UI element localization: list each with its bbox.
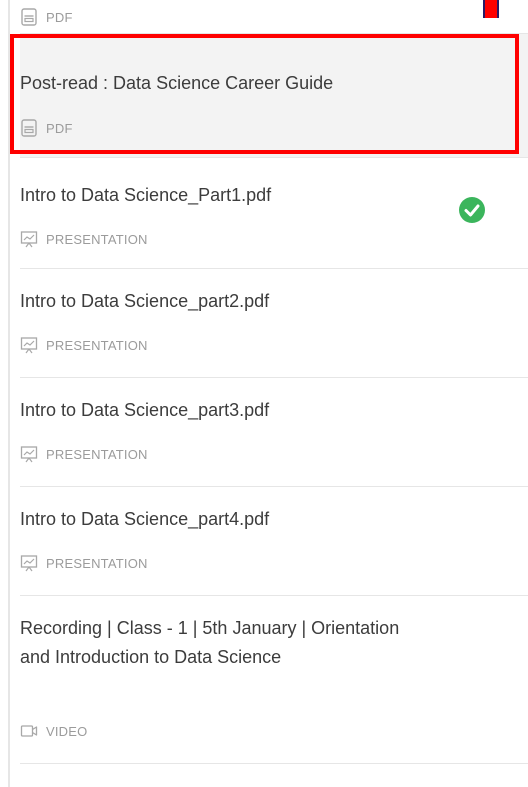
list-item[interactable]: Post-read : Data Science Career Guide PD…: [20, 34, 528, 158]
list-item[interactable]: Intro to Data Science_part2.pdf PRESENTA…: [20, 269, 528, 378]
item-type-label: PRESENTATION: [46, 555, 148, 571]
presentation-icon: [20, 231, 38, 248]
item-type: PRESENTATION: [20, 336, 148, 354]
list-item[interactable]: PDF: [20, 0, 528, 34]
list-item[interactable]: Recording | Class - 1 | 5th January | Or…: [20, 596, 528, 764]
item-type-label: PRESENTATION: [46, 231, 148, 247]
item-type: PRESENTATION: [20, 445, 148, 463]
content-list: PDF Post-read : Data Science Career Guid…: [8, 0, 528, 787]
item-type: PRESENTATION: [20, 554, 148, 572]
item-type-label: PRESENTATION: [46, 446, 148, 462]
item-type-label: PDF: [46, 120, 73, 136]
completed-check-icon: [459, 197, 485, 223]
item-type: PRESENTATION: [20, 230, 148, 248]
item-type-label: VIDEO: [46, 723, 88, 739]
item-type: PDF: [20, 119, 73, 137]
list-item[interactable]: Intro to Data Science_part4.pdf PRESENTA…: [20, 487, 528, 596]
presentation-icon: [20, 555, 38, 572]
presentation-icon: [20, 337, 38, 354]
item-title: Intro to Data Science_part3.pdf: [20, 400, 270, 420]
list-item[interactable]: Intro to Data Science_Part1.pdf PRESENTA…: [20, 158, 528, 269]
presentation-icon: [20, 446, 38, 463]
item-title: Intro to Data Science_Part1.pdf: [20, 185, 272, 205]
item-title: Intro to Data Science_part4.pdf: [20, 509, 270, 529]
item-title: Recording | Class - 1 | 5th January | Or…: [20, 618, 400, 667]
item-type: VIDEO: [20, 722, 87, 740]
item-type-label: PDF: [46, 9, 73, 25]
pdf-icon: [21, 8, 37, 26]
list-item[interactable]: Intro to Data Science_part3.pdf PRESENTA…: [20, 378, 528, 487]
top-marker: [483, 0, 499, 18]
item-title: Intro to Data Science_part2.pdf: [20, 291, 270, 311]
item-type-label: PRESENTATION: [46, 337, 148, 353]
item-type: PDF: [20, 8, 73, 26]
pdf-icon: [21, 119, 37, 137]
item-title: Post-read : Data Science Career Guide: [20, 73, 334, 93]
video-icon: [20, 725, 38, 737]
